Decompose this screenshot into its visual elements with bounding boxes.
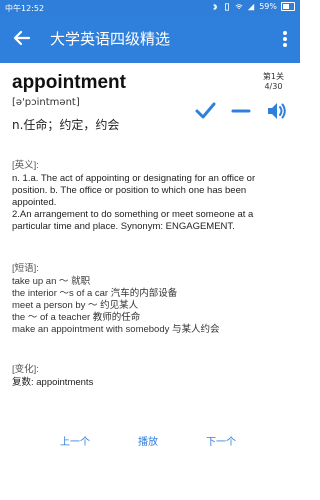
bottom-bar: 上一个 播放 下一个 xyxy=(0,425,300,455)
phrase-item: the interior ～s of a car 汽车的内部设备 xyxy=(12,288,178,299)
word-title: appointment xyxy=(12,72,126,93)
app-bar: 大学英语四级精选 xyxy=(0,15,300,63)
speaker-icon xyxy=(268,103,286,119)
battery-icon xyxy=(281,2,295,11)
phrase-item: the ～ of a teacher 教师的任命 xyxy=(12,312,141,323)
signal-icon xyxy=(248,3,255,10)
word-actions xyxy=(194,100,288,122)
section-english-body: n. 1.a. The act of appointing or designa… xyxy=(12,173,256,232)
section-inflection-body: 复数: appointments xyxy=(12,377,94,388)
vibrate-icon xyxy=(225,2,230,11)
status-time: 中午12:52 xyxy=(5,4,45,13)
section-phrases-header: [短语]: xyxy=(12,263,39,274)
phrase-item: take up an ～ 就职 xyxy=(12,276,91,287)
section-english: [英义]: n. 1.a. The act of appointing or d… xyxy=(12,160,288,233)
section-english-header: [英义]: xyxy=(12,160,39,171)
word-meaning: n.任命；约定，约会 xyxy=(12,118,120,132)
more-vert-icon[interactable] xyxy=(282,29,288,49)
check-icon xyxy=(195,102,216,119)
word-phonetic: [ə'pɔintmənt] xyxy=(12,97,80,108)
play-button[interactable]: 播放 xyxy=(138,433,158,448)
prev-button[interactable]: 上一个 xyxy=(60,433,90,448)
level-label: 第1关 xyxy=(262,72,284,81)
app-title: 大学英语四级精选 xyxy=(50,30,171,48)
status-bar: 中午12:52 59% xyxy=(0,0,300,15)
section-inflection-header: [变化]: xyxy=(12,364,39,375)
minus-icon xyxy=(231,109,251,113)
level-count: 4/30 xyxy=(264,82,283,91)
back-arrow-icon[interactable] xyxy=(12,28,32,48)
play-audio-button[interactable] xyxy=(266,100,288,122)
known-button[interactable] xyxy=(194,100,216,122)
bluetooth-icon xyxy=(213,3,218,10)
wifi-icon xyxy=(235,3,243,9)
status-icons: 59% xyxy=(211,2,295,11)
section-inflection: [变化]: 复数: appointments xyxy=(12,364,288,389)
phrase-item: meet a person by ～ 约见某人 xyxy=(12,300,139,311)
skip-button[interactable] xyxy=(230,100,252,122)
next-button[interactable]: 下一个 xyxy=(206,433,236,448)
section-phrases: [短语]: take up an ～ 就职 the interior ～s of… xyxy=(12,263,288,336)
battery-percent: 59% xyxy=(259,2,277,11)
phrase-item: make an appointment with somebody 与某人约会 xyxy=(12,324,220,335)
level-progress: 第1关 4/30 xyxy=(263,72,284,92)
